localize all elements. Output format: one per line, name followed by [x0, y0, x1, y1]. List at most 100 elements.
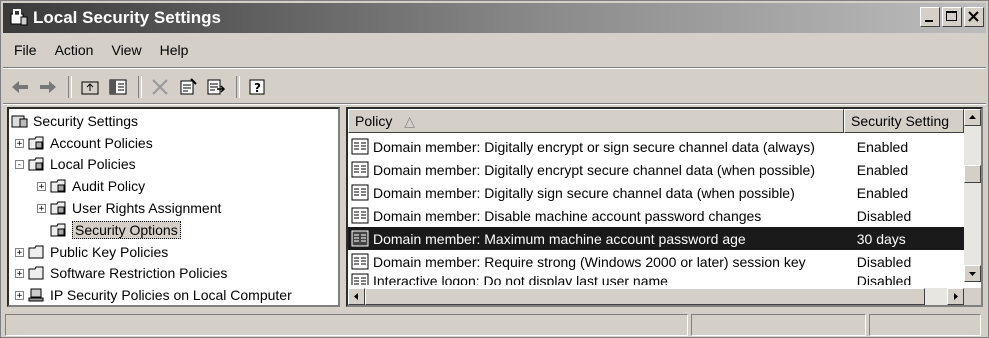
svg-text:?: ?: [254, 81, 261, 95]
left-arrow-icon: [354, 293, 358, 300]
up-one-level-button[interactable]: [77, 74, 103, 100]
back-button[interactable]: [7, 74, 33, 100]
main-window: Local Security Settings File Action View…: [0, 0, 989, 338]
tree-item-label: Public Key Policies: [50, 244, 169, 260]
properties-button[interactable]: [175, 74, 201, 100]
policy-folder-icon: [50, 223, 66, 237]
expand-icon[interactable]: +: [37, 203, 46, 213]
menu-file[interactable]: File: [5, 39, 46, 63]
menu-help[interactable]: Help: [151, 39, 198, 63]
policy-icon: [351, 207, 369, 224]
tree-item-local-policies[interactable]: - Local Policies: [15, 154, 136, 174]
toolbar-separator: [68, 76, 72, 98]
list-header: Policy △ Security Setting: [348, 109, 964, 133]
policy-icon: [351, 161, 369, 178]
policy-name: Domain member: Digitally sign secure cha…: [373, 184, 795, 201]
close-icon: [968, 11, 979, 22]
status-pane-main: [5, 314, 688, 336]
expand-icon[interactable]: +: [15, 268, 24, 278]
security-settings-icon: [11, 115, 28, 128]
security-setting: 30 days: [856, 230, 906, 247]
policy-folder-icon: [28, 136, 44, 150]
expand-icon[interactable]: +: [15, 290, 24, 300]
policy-rows: Domain member: Digitally encrypt or sign…: [348, 135, 964, 285]
minimize-button[interactable]: [920, 7, 940, 27]
scroll-right-button[interactable]: [947, 288, 964, 305]
menu-action[interactable]: Action: [46, 39, 103, 63]
tree-panel[interactable]: Security Settings + Account Policies - L…: [7, 107, 340, 307]
policy-name: Domain member: Digitally encrypt secure …: [373, 161, 815, 178]
policy-folder-icon: [50, 201, 66, 215]
tree-item-label: IP Security Policies on Local Computer: [50, 287, 292, 303]
policy-icon: [351, 253, 369, 270]
table-row-selected[interactable]: Domain member: Maximum machine account p…: [348, 227, 964, 250]
tree-item-user-rights-assignment[interactable]: + User Rights Assignment: [37, 198, 221, 218]
minimize-icon: [925, 20, 933, 22]
horizontal-scrollbar[interactable]: [348, 288, 964, 305]
properties-icon: [180, 78, 197, 95]
help-button[interactable]: ?: [245, 74, 271, 100]
tree-item-audit-policy[interactable]: + Audit Policy: [37, 176, 145, 196]
table-row[interactable]: Domain member: Digitally encrypt or sign…: [348, 135, 964, 158]
forward-button[interactable]: [35, 74, 61, 100]
horizontal-scroll-thumb[interactable]: [365, 288, 925, 305]
help-icon: ?: [249, 79, 265, 95]
policy-name: Domain member: Maximum machine account p…: [373, 230, 746, 247]
tree-item-public-key-policies[interactable]: + Public Key Policies: [15, 242, 168, 262]
status-pane-middle: [691, 314, 866, 336]
table-row[interactable]: Domain member: Digitally sign secure cha…: [348, 181, 964, 204]
policy-list-panel[interactable]: Policy △ Security Setting Domain member:…: [346, 107, 983, 307]
menu-bar: File Action View Help: [5, 39, 197, 63]
tree-item-label: Local Policies: [50, 156, 136, 172]
title-bar[interactable]: Local Security Settings: [3, 3, 986, 33]
show-hide-tree-button[interactable]: [105, 74, 131, 100]
policy-name: Domain member: Disable machine account p…: [373, 207, 762, 224]
table-row[interactable]: Domain member: Disable machine account p…: [348, 204, 964, 227]
column-header-security-setting[interactable]: Security Setting: [844, 109, 964, 133]
close-button[interactable]: [964, 7, 984, 27]
back-arrow-icon: [12, 81, 28, 93]
toolbar-separator: [138, 76, 142, 98]
vertical-scrollbar[interactable]: [964, 109, 981, 282]
maximize-button[interactable]: [942, 7, 962, 27]
down-arrow-icon: [969, 272, 976, 276]
tree-root[interactable]: Security Settings: [11, 111, 138, 131]
collapse-icon[interactable]: -: [15, 159, 24, 169]
maximize-icon: [946, 11, 957, 21]
export-list-button[interactable]: [203, 74, 229, 100]
menu-view[interactable]: View: [102, 39, 150, 63]
table-row[interactable]: Domain member: Require strong (Windows 2…: [348, 250, 964, 273]
expand-icon[interactable]: +: [37, 181, 46, 191]
expand-icon[interactable]: +: [15, 247, 24, 257]
policy-icon: [351, 184, 369, 201]
up-arrow-icon: [969, 115, 976, 119]
tree-item-label: User Rights Assignment: [72, 200, 222, 216]
table-row[interactable]: Interactive logon: Do not display last u…: [348, 273, 964, 285]
tree-item-account-policies[interactable]: + Account Policies: [15, 133, 153, 153]
vertical-scroll-thumb[interactable]: [964, 165, 981, 183]
policy-folder-icon: [50, 179, 66, 193]
policy-icon: [351, 273, 369, 285]
delete-button[interactable]: [147, 74, 173, 100]
show-hide-tree-icon: [109, 79, 127, 95]
scroll-left-button[interactable]: [348, 288, 365, 305]
policy-icon: [351, 138, 369, 155]
delete-icon: [152, 79, 168, 95]
tree-item-ip-security-policies[interactable]: + IP Security Policies on Local Computer: [15, 285, 292, 305]
tree-item-software-restriction-policies[interactable]: + Software Restriction Policies: [15, 263, 227, 283]
right-arrow-icon: [954, 293, 958, 300]
security-setting: Disabled: [856, 273, 912, 285]
scroll-up-button[interactable]: [964, 109, 981, 126]
scroll-down-button[interactable]: [964, 265, 981, 282]
tree-item-label: Audit Policy: [72, 178, 146, 194]
column-header-label: Security Setting: [851, 113, 950, 129]
table-row[interactable]: Domain member: Digitally encrypt secure …: [348, 158, 964, 181]
security-setting: Enabled: [856, 184, 909, 201]
policy-name: Domain member: Require strong (Windows 2…: [373, 253, 806, 270]
policy-name: Domain member: Digitally encrypt or sign…: [373, 138, 815, 155]
column-header-policy[interactable]: Policy △: [348, 109, 844, 133]
security-setting: Enabled: [856, 138, 909, 155]
tree-item-security-options[interactable]: Security Options: [50, 220, 181, 240]
expand-icon[interactable]: +: [15, 138, 24, 148]
folder-icon: [28, 266, 44, 280]
